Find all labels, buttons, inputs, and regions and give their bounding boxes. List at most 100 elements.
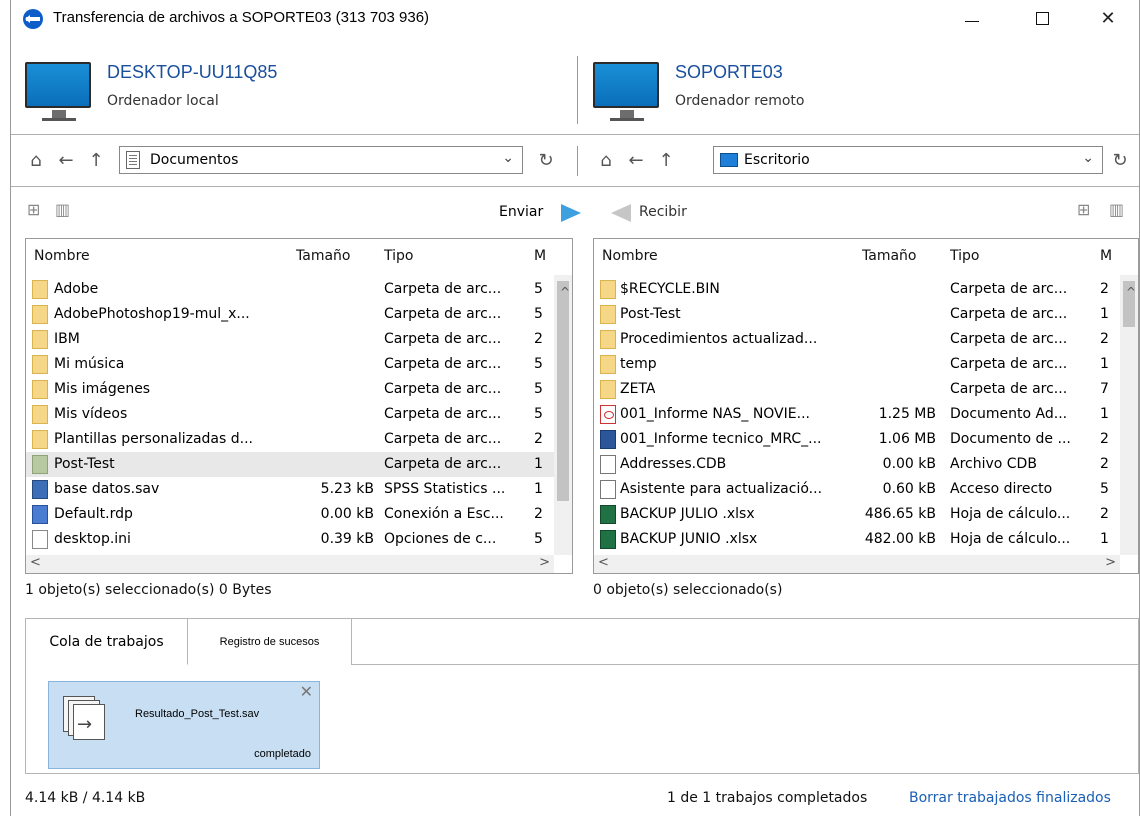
file-name: 001_Informe tecnico_MRC_... — [620, 431, 822, 447]
table-row[interactable]: Mis vídeos Carpeta de arc... 5 — [26, 402, 554, 427]
scroll-up-icon[interactable]: ^ — [1126, 285, 1136, 299]
folder-icon — [32, 405, 48, 424]
table-row[interactable]: Procedimientos actualizad... Carpeta de a… — [594, 327, 1120, 352]
local-file-list[interactable]: Nombre Tamaño Tipo M Adobe Carpeta de arc… — [25, 238, 573, 574]
column-modified[interactable]: M — [534, 248, 546, 264]
column-size[interactable]: Tamaño — [296, 248, 350, 264]
new-folder-icon[interactable]: ⊞ — [1077, 200, 1090, 219]
table-row[interactable]: BACKUP JULIO .xlsx 486.65 kB Hoja de cálcu… — [594, 502, 1120, 527]
minimize-icon — [965, 20, 979, 22]
table-row[interactable]: Plantillas personalizadas d... Carpeta de… — [26, 427, 554, 452]
table-row[interactable]: desktop.ini 0.39 kB Opciones de c... 5 — [26, 527, 554, 552]
table-row[interactable]: $RECYCLE.BIN Carpeta de arc... 2 — [594, 277, 1120, 302]
table-row[interactable]: Adobe Carpeta de arc... 5 — [26, 277, 554, 302]
file-name: temp — [620, 356, 657, 372]
table-row[interactable]: Mis imágenes Carpeta de arc... 5 — [26, 377, 554, 402]
back-arrow-icon[interactable]: ← — [625, 150, 647, 172]
tab-job-queue[interactable]: Cola de trabajos — [26, 619, 188, 665]
column-name[interactable]: Nombre — [34, 248, 90, 264]
file-name: ZETA — [620, 381, 656, 397]
file-type: Carpeta de arc... — [950, 281, 1068, 297]
up-arrow-icon[interactable]: ↑ — [85, 150, 107, 172]
file-type: Carpeta de arc... — [950, 331, 1068, 347]
scroll-up-icon[interactable]: ^ — [560, 285, 570, 299]
job-card[interactable]: → ✕ Resultado_Post_Test.sav completado — [48, 681, 320, 769]
column-size[interactable]: Tamaño — [862, 248, 916, 264]
file-size: 5.23 kB — [320, 481, 374, 497]
transfer-progress-text: 4.14 kB / 4.14 kB — [25, 790, 146, 806]
file-type: Carpeta de arc... — [384, 406, 502, 422]
column-name[interactable]: Nombre — [602, 248, 658, 264]
scroll-right-icon[interactable]: > — [539, 555, 550, 570]
table-row[interactable]: Post-Test Carpeta de arc... 1 — [594, 302, 1120, 327]
local-vertical-scrollbar[interactable]: ^ v — [554, 275, 572, 555]
remote-selection-status: 0 objeto(s) seleccionado(s) — [593, 582, 783, 598]
file-type: Carpeta de arc... — [384, 356, 502, 372]
file-type: Carpeta de arc... — [950, 356, 1068, 372]
local-horizontal-scrollbar[interactable]: < > — [26, 555, 554, 573]
file-size: 0.60 kB — [882, 481, 936, 497]
file-type: Carpeta de arc... — [384, 381, 502, 397]
table-row[interactable]: Post-Test Carpeta de arc... 1 — [26, 452, 554, 477]
table-row[interactable]: Mi música Carpeta de arc... 5 — [26, 352, 554, 377]
receive-label[interactable]: Recibir — [639, 204, 687, 220]
tab-event-log[interactable]: Registro de sucesos — [188, 619, 352, 665]
remote-vertical-scrollbar[interactable]: ^ v — [1120, 275, 1138, 555]
nav-divider — [577, 146, 578, 176]
column-type[interactable]: Tipo — [384, 248, 413, 264]
file-name: AdobePhotoshop19-mul_x... — [54, 306, 250, 322]
table-row[interactable]: BACKUP JUNIO .xlsx 482.00 kB Hoja de cálcu… — [594, 527, 1120, 552]
scroll-left-icon[interactable]: < — [598, 555, 609, 570]
table-row[interactable]: temp Carpeta de arc... 1 — [594, 352, 1120, 377]
minimize-button[interactable] — [949, 2, 995, 34]
job-status: completado — [254, 748, 311, 760]
file-size: 0.39 kB — [320, 531, 374, 547]
table-row[interactable]: base datos.sav 5.23 kB SPSS Statistics ...… — [26, 477, 554, 502]
transfer-actions-bar: ⊞ ▥ Enviar Recibir ⊞ ▥ — [25, 196, 1139, 228]
monitor-base — [610, 118, 644, 121]
header-divider — [577, 56, 578, 124]
scroll-left-icon[interactable]: < — [30, 555, 41, 570]
new-folder-icon[interactable]: ⊞ — [27, 200, 40, 219]
scroll-thumb[interactable] — [557, 281, 569, 501]
delete-icon[interactable]: ▥ — [1109, 200, 1124, 219]
column-type[interactable]: Tipo — [950, 248, 979, 264]
scroll-right-icon[interactable]: > — [1105, 555, 1116, 570]
table-row[interactable]: ZETA Carpeta de arc... 7 — [594, 377, 1120, 402]
folder-icon — [600, 380, 616, 399]
home-icon[interactable]: ⌂ — [595, 150, 617, 172]
column-modified[interactable]: M — [1100, 248, 1112, 264]
table-row[interactable]: 001_Informe tecnico_MRC_... 1.06 MB Docume… — [594, 427, 1120, 452]
remote-path-dropdown[interactable]: Escritorio ⌄ — [713, 146, 1103, 174]
send-label[interactable]: Enviar — [499, 204, 543, 220]
file-type: Carpeta de arc... — [384, 331, 502, 347]
desktop-folder-icon — [720, 153, 738, 167]
send-arrow-icon[interactable] — [561, 204, 581, 222]
close-icon[interactable]: ✕ — [300, 682, 313, 701]
up-arrow-icon[interactable]: ↑ — [655, 150, 677, 172]
delete-icon[interactable]: ▥ — [55, 200, 70, 219]
table-row[interactable]: 001_Informe NAS_ NOVIE... 1.25 MB Document… — [594, 402, 1120, 427]
home-icon[interactable]: ⌂ — [25, 150, 47, 172]
receive-arrow-icon[interactable] — [611, 204, 631, 222]
local-computer-role: Ordenador local — [107, 93, 219, 109]
file-name: Default.rdp — [54, 506, 133, 522]
close-button[interactable]: ✕ — [1085, 2, 1131, 34]
clear-finished-jobs-link[interactable]: Borrar trabajados finalizados — [909, 790, 1111, 806]
file-modified: 1 — [1100, 406, 1109, 422]
window-title: Transferencia de archivos a SOPORTE03 (3… — [53, 9, 430, 26]
folder-icon — [32, 380, 48, 399]
refresh-icon[interactable]: ↻ — [535, 150, 557, 172]
local-path-dropdown[interactable]: Documentos ⌄ — [119, 146, 523, 174]
table-row[interactable]: Asistente para actualizació... 0.60 kB Acc… — [594, 477, 1120, 502]
table-row[interactable]: AdobePhotoshop19-mul_x... Carpeta de arc.… — [26, 302, 554, 327]
table-row[interactable]: IBM Carpeta de arc... 2 — [26, 327, 554, 352]
remote-horizontal-scrollbar[interactable]: < > — [594, 555, 1120, 573]
back-arrow-icon[interactable]: ← — [55, 150, 77, 172]
remote-file-list[interactable]: Nombre Tamaño Tipo M $RECYCLE.BIN Carpeta… — [593, 238, 1139, 574]
refresh-icon[interactable]: ↻ — [1109, 150, 1131, 172]
table-row[interactable]: Addresses.CDB 0.00 kB Archivo CDB 2 — [594, 452, 1120, 477]
table-row[interactable]: Default.rdp 0.00 kB Conexión a Esc... 2 — [26, 502, 554, 527]
separator — [11, 186, 1139, 187]
maximize-button[interactable] — [1019, 2, 1065, 34]
